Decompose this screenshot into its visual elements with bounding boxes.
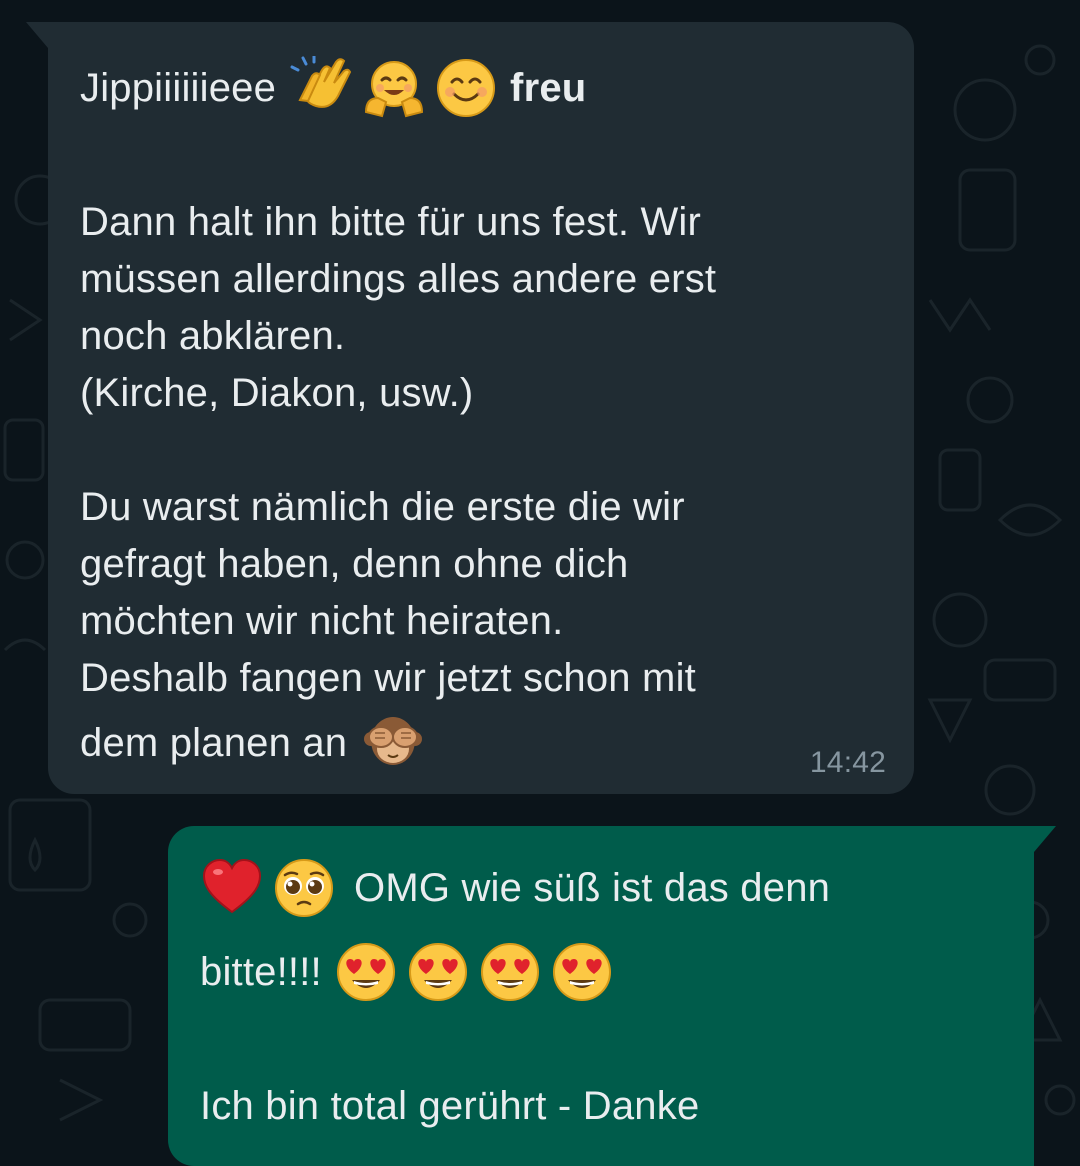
greeting-text: Jippiiiiiieee bbox=[80, 65, 277, 110]
message-line: müssen allerdings alles andere erst bbox=[80, 257, 717, 301]
outgoing-first-line: OMG wie süß ist das denn bbox=[200, 852, 1004, 924]
message-line: Du warst nämlich die erste die wir bbox=[80, 485, 685, 529]
bitte-text: bitte!!!! bbox=[200, 949, 322, 994]
heart-eyes-emoji-icon bbox=[334, 940, 398, 1004]
message-line: möchten wir nicht heiraten. bbox=[80, 599, 564, 643]
incoming-message-bubble[interactable]: Jippiiiiiieee freu Dann halt ihn bitte f… bbox=[26, 22, 914, 794]
heart-eyes-emoji-icon bbox=[406, 940, 470, 1004]
clapping-hands-emoji-icon bbox=[290, 56, 354, 120]
omg-text: OMG wie süß ist das denn bbox=[354, 865, 831, 910]
heart-eyes-emoji-icon bbox=[550, 940, 614, 1004]
message-timestamp: 14:42 bbox=[809, 746, 886, 779]
message-line: Dann halt ihn bitte für uns fest. Wir bbox=[80, 200, 702, 244]
see-no-evil-monkey-emoji-icon bbox=[361, 711, 425, 775]
message-last-line: dem planen an bbox=[80, 707, 884, 779]
message-line: (Kirche, Diakon, usw.) bbox=[80, 371, 474, 415]
heart-eyes-emoji-icon bbox=[478, 940, 542, 1004]
outgoing-message-bubble[interactable]: OMG wie süß ist das denn bitte!!!! Ich b… bbox=[168, 826, 1056, 1166]
pleading-face-emoji-icon bbox=[272, 856, 336, 920]
smiling-face-emoji-icon bbox=[434, 56, 498, 120]
message-line-text: dem planen an bbox=[80, 720, 348, 765]
message-line: Ich bin total gerührt - Danke bbox=[200, 1084, 700, 1128]
message-line: noch abklären. bbox=[80, 314, 346, 358]
red-heart-emoji-icon bbox=[200, 856, 264, 920]
outgoing-second-line: bitte!!!! bbox=[200, 936, 1004, 1008]
freu-text: freu bbox=[510, 65, 587, 110]
message-line: Deshalb fangen wir jetzt schon mit bbox=[80, 656, 696, 700]
incoming-first-line: Jippiiiiiieee freu bbox=[80, 52, 884, 124]
hugging-face-emoji-icon bbox=[362, 56, 426, 120]
message-line: gefragt haben, denn ohne dich bbox=[80, 542, 629, 586]
